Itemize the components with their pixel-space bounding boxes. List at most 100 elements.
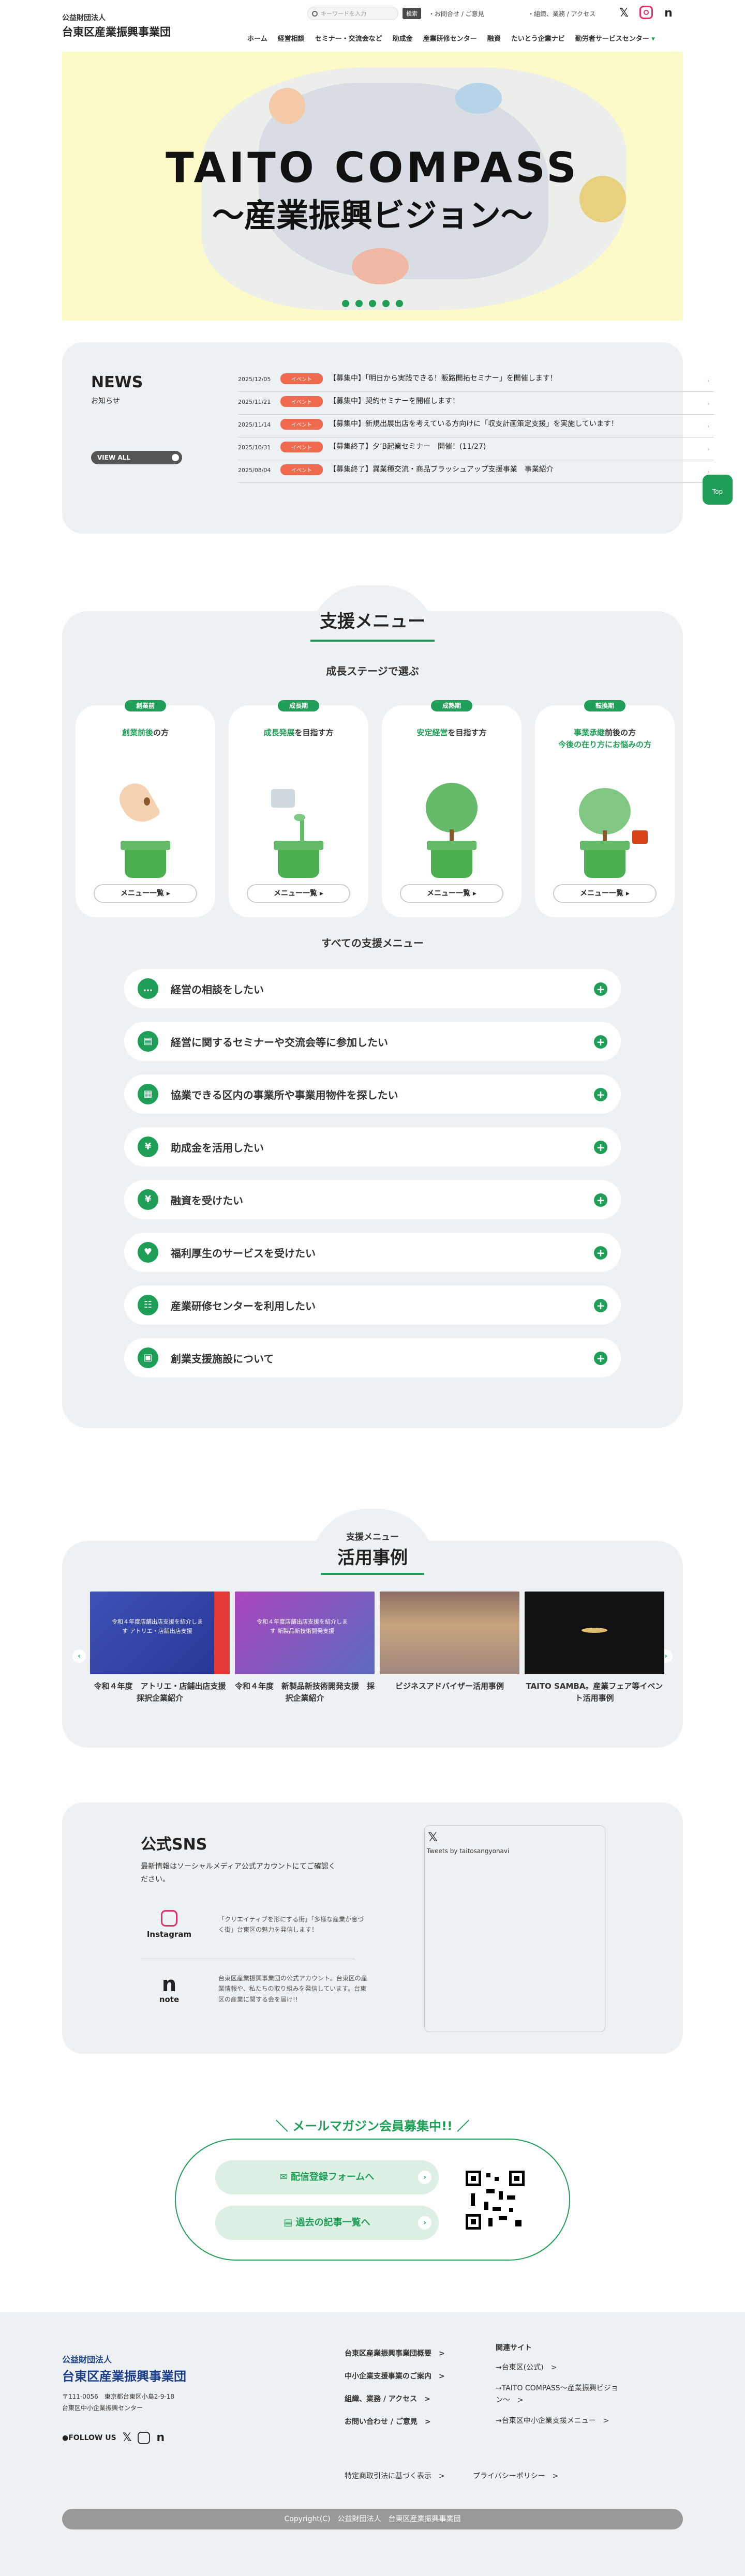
- menu-list-button[interactable]: メニュー一覧 ▸: [400, 884, 503, 903]
- support-menu-item[interactable]: ☷ 産業研修センターを利用したい +: [124, 1285, 621, 1325]
- instagram-icon: [161, 1910, 177, 1927]
- nav-company-navi[interactable]: たいとう企業ナビ: [511, 33, 565, 43]
- footer-link[interactable]: 台東区産業振興事業団概要 >: [345, 2342, 445, 2365]
- contact-link[interactable]: ・お問合せ / ご意見: [428, 9, 484, 18]
- chevron-down-icon: ▾: [651, 35, 655, 43]
- footer-link[interactable]: お問い合わせ / ご意見 >: [345, 2411, 445, 2433]
- header-sns: 𝕏 n: [617, 6, 676, 20]
- hero-banner[interactable]: TAITO COMPASS 〜産業振興ビジョン〜: [62, 52, 683, 321]
- note-icon[interactable]: n: [661, 6, 676, 20]
- list-icon: ▤: [284, 2217, 296, 2228]
- access-link[interactable]: ・組織、業務 / アクセス: [528, 9, 595, 18]
- x-icon[interactable]: 𝕏: [617, 6, 631, 20]
- search-button[interactable]: 検索: [403, 8, 421, 19]
- related-site-link[interactable]: →TAITO COMPASS〜産業振興ビジョン〜 >: [496, 2383, 625, 2406]
- note-icon: n: [161, 1972, 177, 1996]
- news-section: NEWS お知らせ VIEW ALL 2025/12/05 イベント 【募集中】「明…: [62, 342, 714, 534]
- back-to-top-button[interactable]: Top: [703, 475, 733, 505]
- mailmag-register-button[interactable]: ✉ 配信登録フォームへ ›: [215, 2160, 439, 2194]
- news-item[interactable]: 2025/11/21 イベント 【募集中】契約セミナーを開催します！ ›: [238, 392, 714, 415]
- plus-icon: +: [594, 1088, 607, 1101]
- x-icon[interactable]: 𝕏: [123, 2431, 132, 2444]
- plus-icon: +: [594, 982, 607, 996]
- note-link[interactable]: n note: [141, 1974, 198, 2004]
- case-carousel: 令和４年度店舗出店支援を紹介します アトリエ・店舗出店支援 令和４年度 アトリエ…: [90, 1592, 664, 1705]
- footer-link[interactable]: 組織、業務 / アクセス >: [345, 2388, 445, 2411]
- carousel-dot[interactable]: [355, 300, 363, 307]
- menu-list-button[interactable]: メニュー一覧 ▸: [247, 884, 350, 903]
- menu-list-button[interactable]: メニュー一覧 ▸: [94, 884, 197, 903]
- carousel-dot[interactable]: [382, 300, 390, 307]
- news-item[interactable]: 2025/10/31 イベント 【募集終了】夕’B起業セミナー 開催！(11/27)…: [238, 437, 714, 460]
- footer-link[interactable]: 中小企業支援事業のご案内 >: [345, 2365, 445, 2388]
- site-header: 公益財団法人 台東区産業振興事業団 キーワードを入力 検索 ・お問合せ / ご意…: [0, 0, 745, 52]
- chat-icon: …: [138, 978, 158, 999]
- flowerpot-icon: [580, 841, 630, 878]
- stage-card[interactable]: 転換期 事業承継前後の方 今後の在り方にお悩みの方 メニュー一覧 ▸: [535, 700, 675, 917]
- carousel-dot[interactable]: [342, 300, 349, 307]
- plus-icon: +: [594, 1246, 607, 1260]
- case-card[interactable]: 令和４年度店舗出店支援を紹介します アトリエ・店舗出店支援 令和４年度 アトリエ…: [90, 1592, 234, 1705]
- x-icon: 𝕏: [428, 1830, 438, 1844]
- footer-org-type: 公益財団法人: [62, 2355, 112, 2365]
- stage-card[interactable]: 創業前 創業前後の方 メニュー一覧 ▸: [76, 700, 215, 917]
- building-icon: ▦: [138, 1084, 158, 1104]
- instagram-link[interactable]: Instagram: [141, 1910, 198, 1939]
- support-menu-item[interactable]: ♥ 福利厚生のサービスを受けたい +: [124, 1233, 621, 1272]
- support-menu-item[interactable]: ▦ 協業できる区内の事業所や事業用物件を探したい +: [124, 1074, 621, 1114]
- flowerpot-icon: [427, 841, 476, 878]
- tag-badge: イベント: [280, 442, 323, 452]
- nav-grant[interactable]: 助成金: [393, 33, 413, 43]
- mailmag-archive-button[interactable]: ▤ 過去の記事一覧へ ›: [215, 2206, 439, 2240]
- carousel-dot[interactable]: [396, 300, 403, 307]
- watering-can-illustration: [270, 783, 327, 841]
- mail-magazine-section: ＼ メールマガジン会員募集中!! ／ ✉ 配信登録フォームへ › ▤ 過去の記事一…: [0, 2116, 745, 2261]
- support-menu-item[interactable]: ¥ 融資を受けたい +: [124, 1180, 621, 1219]
- support-menu-item[interactable]: ¥ 助成金を活用したい +: [124, 1127, 621, 1166]
- note-icon[interactable]: n: [156, 2431, 165, 2444]
- related-sites: 関連サイト →台東区(公式) > →TAITO COMPASS〜産業振興ビジョン…: [496, 2342, 625, 2427]
- related-site-link[interactable]: →台東区中小企業支援メニュー >: [496, 2415, 625, 2427]
- news-item[interactable]: 2025/12/05 イベント 【募集中】「明日から実践できる！販路開拓セミナー」を…: [238, 369, 714, 392]
- arrow-icon: ›: [418, 2171, 431, 2184]
- sns-description: 最新情報はソーシャルメディア公式アカウントにてご確認ください。: [141, 1862, 336, 1884]
- footer-address: 〒111-0056 東京都台東区小島2-9-18 台東区中小企業振興センター: [62, 2393, 174, 2412]
- case-card[interactable]: ビジネスアドバイザー活用事例: [380, 1592, 519, 1705]
- flowerpot-icon: [274, 841, 323, 878]
- mail-icon: ✉: [279, 2172, 291, 2183]
- carousel-dot[interactable]: [369, 300, 376, 307]
- site-logo[interactable]: 公益財団法人 台東区産業振興事業団: [62, 12, 171, 39]
- news-list: 2025/12/05 イベント 【募集中】「明日から実践できる！販路開拓セミナー」を…: [238, 369, 714, 483]
- support-menu-item[interactable]: ▣ 創業支援施設について +: [124, 1338, 621, 1377]
- footer-org-name: 台東区産業振興事業団: [62, 2369, 186, 2384]
- support-menu-item[interactable]: ▤ 経営に関するセミナーや交流会等に参加したい +: [124, 1022, 621, 1061]
- menu-list-button[interactable]: メニュー一覧 ▸: [553, 884, 657, 903]
- view-all-button[interactable]: VIEW ALL: [91, 451, 182, 464]
- nav-seminar[interactable]: セミナー・交流会など: [315, 33, 382, 43]
- tree-illustration: [576, 783, 648, 846]
- related-site-link[interactable]: →台東区(公式) >: [496, 2362, 625, 2373]
- case-card[interactable]: TAITO SAMBA。産業フェア等イベント活用事例: [525, 1592, 664, 1705]
- nav-training-center[interactable]: 産業研修センター: [423, 33, 477, 43]
- money-bag-icon: ¥: [138, 1137, 158, 1157]
- support-menu-item[interactable]: … 経営の相談をしたい +: [124, 969, 621, 1008]
- search-input[interactable]: キーワードを入力: [307, 7, 398, 20]
- arrow-icon: ›: [703, 444, 714, 455]
- instagram-icon[interactable]: [639, 6, 653, 19]
- legal-link[interactable]: 特定商取引法に基づく表示 >: [345, 2471, 445, 2481]
- stage-card[interactable]: 成熟期 安定経営を目指す方 メニュー一覧 ▸: [382, 700, 522, 917]
- twitter-timeline[interactable]: 𝕏 Tweets by taitosangyonavi: [424, 1825, 605, 2032]
- nav-home[interactable]: ホーム: [247, 33, 267, 43]
- stage-card[interactable]: 成長期 成長発展を目指す方 メニュー一覧 ▸: [229, 700, 368, 917]
- nav-loan[interactable]: 融資: [487, 33, 501, 43]
- case-card[interactable]: 令和４年度店舗出店支援を紹介します 新製品新技術開発支援 令和４年度 新製品新技…: [235, 1592, 375, 1705]
- news-item[interactable]: 2025/08/04 イベント 【募集終了】異業種交流・商品ブラッシュアップ支援事業…: [238, 460, 714, 483]
- copyright: Copyright(C) 公益財団法人 台東区産業振興事業団: [62, 2509, 683, 2529]
- support-title: 支援メニュー: [320, 611, 425, 632]
- nav-consult[interactable]: 経営相談: [278, 33, 305, 43]
- nav-worker-service[interactable]: 勤労者サービスセンター ▾: [575, 33, 655, 43]
- instagram-icon[interactable]: [138, 2431, 151, 2444]
- privacy-link[interactable]: プライバシーポリシー >: [473, 2471, 558, 2481]
- carousel-prev-button[interactable]: ‹: [72, 1649, 86, 1663]
- news-item[interactable]: 2025/11/14 イベント 【募集中】新規出展出店を考えている方向けに「収支計画…: [238, 415, 714, 437]
